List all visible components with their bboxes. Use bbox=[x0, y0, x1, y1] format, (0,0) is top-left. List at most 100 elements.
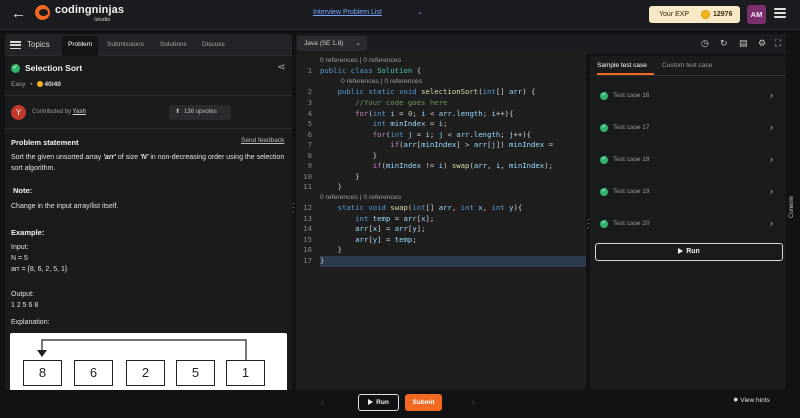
layout-icon[interactable]: ▤ bbox=[739, 38, 748, 49]
exp-badge[interactable]: Your EXP 12976 bbox=[649, 6, 740, 23]
test-case-item[interactable]: Test case 18 › bbox=[595, 149, 781, 171]
code-line: 4 for(int i = 0; i < arr.length; i++){ bbox=[307, 108, 514, 118]
code-line: 6 for(int j = i; j < arr.length; j++){ bbox=[307, 129, 532, 139]
tab-custom-test-case[interactable]: Custom test case bbox=[662, 62, 712, 69]
play-icon bbox=[678, 247, 684, 254]
upvote-count: 136 upvotes bbox=[184, 109, 217, 115]
chevron-down-icon[interactable]: ⌄ bbox=[417, 8, 423, 16]
statement-heading: Problem statement bbox=[11, 138, 79, 147]
contributor-avatar: Y bbox=[11, 105, 26, 120]
tab-submissions[interactable]: Submissions bbox=[107, 41, 144, 48]
problem-panel: Topics Problem Submissions Solutions Dis… bbox=[5, 34, 292, 390]
check-icon bbox=[600, 91, 608, 100]
topics-menu-icon[interactable] bbox=[10, 41, 21, 50]
output-label: Output: bbox=[11, 291, 34, 298]
language-select[interactable]: Java (SE 1.8) ⌄ bbox=[297, 36, 367, 51]
view-hints-label: View hints bbox=[740, 397, 770, 404]
codelens-references[interactable]: 0 references | 0 references bbox=[320, 56, 401, 66]
test-case-item[interactable]: Test case 17 › bbox=[595, 117, 781, 139]
language-value: Java (SE 1.8) bbox=[304, 40, 344, 47]
separator-dot: • bbox=[30, 81, 33, 88]
logo-subtext: /studio bbox=[94, 17, 111, 23]
codelens-references[interactable]: 0 references | 0 references bbox=[341, 77, 422, 87]
input-label: Input: bbox=[11, 244, 29, 251]
upvote-icon: ⬆ bbox=[175, 109, 181, 115]
code-line: 1 public class Solution { bbox=[307, 66, 422, 75]
coin-icon bbox=[36, 81, 43, 87]
array-cell: 2 bbox=[126, 360, 165, 386]
avatar[interactable]: AM bbox=[747, 5, 766, 24]
run-tests-button[interactable]: Run bbox=[595, 243, 783, 261]
logo-text: codingninjas bbox=[55, 4, 125, 16]
settings-gear-icon[interactable]: ⚙ bbox=[758, 38, 766, 49]
upvote-button[interactable]: ⬆ 136 upvotes bbox=[169, 105, 231, 120]
fullscreen-icon[interactable]: ⛶ bbox=[775, 38, 781, 49]
problem-list-link[interactable]: Interview Problem List bbox=[313, 9, 382, 16]
note-heading: Note: bbox=[13, 186, 33, 195]
code-line: 10 } bbox=[303, 171, 360, 181]
console-toggle[interactable]: Console bbox=[789, 196, 795, 218]
test-case-label: Test case 18 bbox=[613, 156, 650, 163]
code-line: 9 if(minIndex != i) swap(arr, i, minInde… bbox=[307, 161, 553, 170]
array-cell: 1 bbox=[226, 360, 265, 386]
resize-handle-left[interactable]: · · · bbox=[292, 200, 295, 216]
view-hints-button[interactable]: ✹ View hints bbox=[733, 396, 770, 404]
run-button[interactable]: Run bbox=[358, 394, 399, 411]
chevron-right-icon: › bbox=[770, 122, 773, 132]
submit-button[interactable]: Submit bbox=[405, 394, 442, 411]
divider bbox=[5, 128, 292, 129]
contributor-link[interactable]: Yash bbox=[73, 109, 86, 115]
tab-sample-test-case[interactable]: Sample test case bbox=[597, 62, 647, 69]
output-value: 1 2 5 6 8 bbox=[11, 302, 39, 309]
code-line: 5 int minIndex = i; bbox=[307, 119, 448, 128]
difficulty-label: Easy bbox=[11, 81, 26, 88]
problem-tabs: Topics Problem Submissions Solutions Dis… bbox=[5, 34, 292, 56]
topics-button[interactable]: Topics bbox=[27, 40, 50, 49]
exp-label: Your EXP bbox=[659, 11, 690, 18]
code-line: 7 if(arr[minIndex] > arr[j]) minIndex = bbox=[307, 140, 553, 149]
check-icon bbox=[600, 187, 608, 196]
editor-toolbar: Java (SE 1.8) ⌄ ◷ ↻ ▤ ⚙ ⛶ bbox=[296, 34, 786, 54]
previous-problem-icon[interactable]: ‹ bbox=[321, 397, 324, 408]
code-editor[interactable]: 0 references | 0 references 1 public clas… bbox=[296, 54, 586, 390]
check-icon bbox=[600, 123, 608, 132]
tab-discuss[interactable]: Discuss bbox=[202, 41, 225, 48]
solved-check-icon bbox=[11, 63, 20, 73]
check-icon bbox=[600, 219, 608, 228]
tab-problem[interactable]: Problem bbox=[62, 36, 99, 56]
input-arr: arr = {8, 6, 2, 5, 1} bbox=[11, 266, 68, 273]
code-line: 8 } bbox=[307, 150, 378, 160]
exp-value: 12976 bbox=[713, 11, 733, 18]
top-bar: ← codingninjas /studio Interview Problem… bbox=[0, 0, 800, 30]
divider bbox=[5, 95, 292, 96]
code-line: 16 } bbox=[303, 245, 342, 254]
share-icon[interactable]: ⋖ bbox=[277, 62, 285, 73]
tab-solutions[interactable]: Solutions bbox=[160, 41, 187, 48]
contributed-by-label: Contributed by bbox=[32, 109, 72, 115]
lightbulb-icon: ✹ bbox=[733, 397, 739, 404]
test-case-item[interactable]: Test case 20 › bbox=[595, 213, 781, 235]
codelens-references[interactable]: 0 references | 0 references bbox=[320, 193, 401, 203]
contributor-line: Contributed by Yash bbox=[32, 109, 86, 115]
chevron-right-icon: › bbox=[770, 154, 773, 164]
test-case-label: Test case 16 bbox=[613, 92, 650, 99]
run-label: Run bbox=[686, 248, 700, 255]
score-value: 40/40 bbox=[44, 81, 61, 88]
test-cases-panel: Sample test case Custom test case Test c… bbox=[590, 56, 786, 390]
chevron-right-icon: › bbox=[770, 218, 773, 228]
send-feedback-link[interactable]: Send feedback bbox=[241, 137, 284, 144]
code-line: 12 static void swap(int[] arr, int x, in… bbox=[303, 203, 523, 212]
chevron-down-icon: ⌄ bbox=[355, 40, 361, 47]
problem-meta: Easy • 40/40 bbox=[11, 81, 61, 88]
hamburger-menu-icon[interactable] bbox=[774, 8, 786, 18]
next-problem-icon[interactable]: › bbox=[472, 397, 475, 408]
test-case-item[interactable]: Test case 19 › bbox=[595, 181, 781, 203]
timer-icon[interactable]: ◷ bbox=[701, 38, 709, 49]
back-arrow-icon[interactable]: ← bbox=[11, 6, 26, 22]
reset-icon[interactable]: ↻ bbox=[720, 38, 728, 49]
code-line: 17} bbox=[303, 255, 325, 265]
test-case-item[interactable]: Test case 16 › bbox=[595, 85, 781, 107]
bottom-bar bbox=[0, 391, 800, 418]
test-case-label: Test case 19 bbox=[613, 188, 650, 195]
explanation-label: Explanation: bbox=[11, 319, 50, 326]
